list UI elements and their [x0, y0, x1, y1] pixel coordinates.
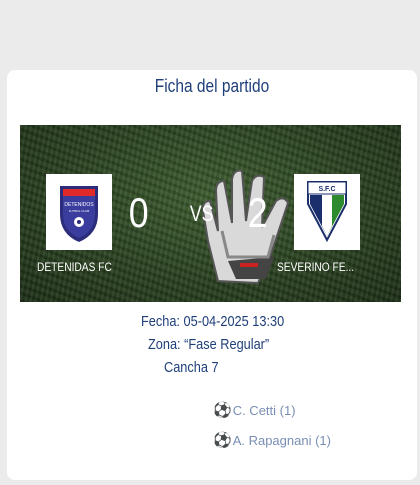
- home-team-name: DETENIDAS FC: [37, 260, 112, 274]
- home-score: 0: [128, 189, 149, 236]
- match-field: Cancha 7: [164, 359, 219, 376]
- away-team-logo: S.F.C: [294, 174, 360, 250]
- away-logo-text: S.F.C: [318, 186, 335, 193]
- page-title: Ficha del partido: [154, 76, 270, 96]
- soccer-ball-icon: ⚽: [213, 402, 232, 419]
- match-banner: DETENIDOS FUTBOL CLUB 0 VS 2 S.F.C DETEN…: [20, 125, 401, 302]
- home-team-logo: DETENIDOS FUTBOL CLUB: [46, 174, 112, 250]
- home-logo-subtext: FUTBOL CLUB: [69, 209, 90, 213]
- scorer-label: C. Cetti (1): [232, 402, 296, 418]
- away-team-name: SEVERINO FE...: [277, 260, 355, 274]
- match-date: Fecha: 05-04-2025 13:30: [141, 313, 285, 330]
- scorer-label: A. Rapagnani (1): [232, 432, 331, 448]
- away-score: 2: [247, 189, 268, 236]
- scorer-item: ⚽ A. Rapagnani (1): [213, 431, 331, 449]
- scorer-item: ⚽ C. Cetti (1): [213, 401, 296, 419]
- match-card: Ficha del partido DETENIDOS FUTBOL CLUB …: [7, 70, 417, 480]
- vs-label: VS: [189, 201, 214, 226]
- soccer-ball-icon: ⚽: [213, 432, 232, 449]
- home-logo-text: DETENIDOS: [64, 202, 94, 208]
- match-zone: Zona: “Fase Regular”: [148, 336, 270, 353]
